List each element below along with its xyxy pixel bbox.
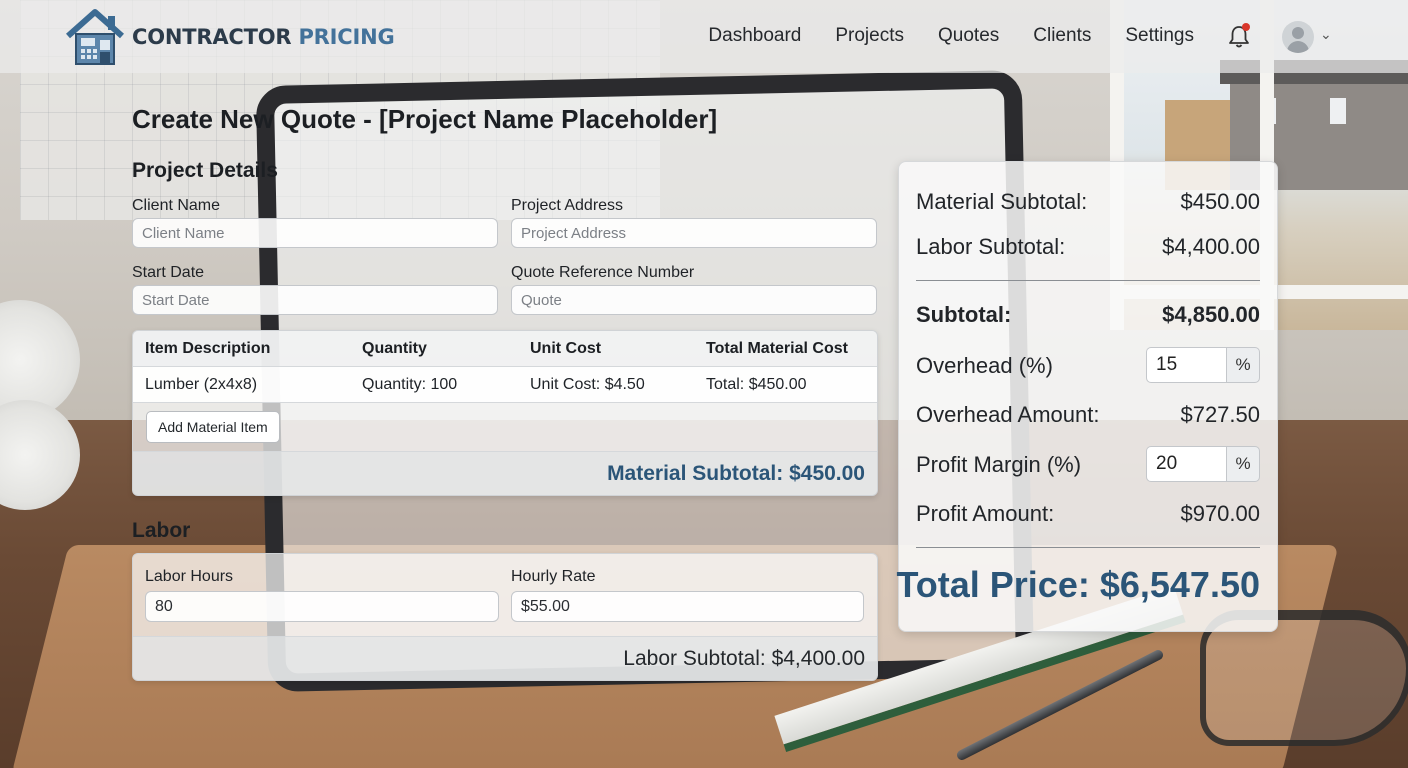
project-address-label: Project Address (511, 197, 624, 214)
cell-total-material-cost: Total: $450.00 (706, 376, 807, 393)
overhead-amount-value: $727.50 (1180, 402, 1260, 427)
labor-hours-label: Labor Hours (145, 568, 234, 585)
summary-labor-subtotal-label: Labor Subtotal: (916, 234, 1066, 259)
nav-clients[interactable]: Clients (1033, 25, 1091, 47)
summary-material-subtotal: Material Subtotal: $450.00 (916, 189, 1260, 219)
profit-margin-label: Profit Margin (%) (916, 452, 1082, 477)
logo-word-contractor: CONTRACTOR (132, 25, 292, 49)
material-subtotal-bar: Material Subtotal: $450.00 (133, 451, 877, 495)
house-calculator-icon (66, 9, 124, 65)
profit-amount-value: $970.00 (1180, 501, 1260, 526)
summary-material-subtotal-label: Material Subtotal: (916, 189, 1088, 214)
profit-amount-label: Profit Amount: (916, 501, 1055, 526)
summary-overhead-amount: Overhead Amount: $727.50 (916, 402, 1260, 432)
overhead-percent-input[interactable] (1146, 347, 1226, 383)
nav-projects[interactable]: Projects (835, 25, 904, 47)
start-date-input[interactable] (132, 285, 498, 315)
top-navbar: CONTRACTOR PRICING Dashboard Projects Qu… (0, 0, 1408, 73)
summary-labor-subtotal: Labor Subtotal: $4,400.00 (916, 234, 1260, 264)
profit-margin-input[interactable] (1146, 446, 1226, 482)
logo-word-pricing: PRICING (298, 25, 395, 49)
summary-divider (916, 280, 1260, 281)
profit-margin-suffix: % (1226, 446, 1260, 482)
table-row[interactable]: Lumber (2x4x8) Quantity: 100 Unit Cost: … (133, 367, 877, 403)
app-name: CONTRACTOR PRICING (132, 25, 395, 49)
summary-subtotal-value: $4,850.00 (1162, 302, 1260, 327)
labor-hours-input[interactable] (145, 591, 499, 622)
summary-subtotal-label: Subtotal: (916, 302, 1012, 327)
overhead-percent-suffix: % (1226, 347, 1260, 383)
nav-settings[interactable]: Settings (1125, 25, 1194, 47)
chevron-down-icon[interactable]: ⌄ (1320, 26, 1332, 43)
total-price: Total Price: $6,547.50 (896, 564, 1260, 605)
user-avatar-icon[interactable] (1282, 21, 1314, 53)
column-header-unit-cost: Unit Cost (530, 340, 602, 357)
material-subtotal-text: Material Subtotal: $450.00 (607, 462, 865, 485)
hourly-rate-input[interactable] (511, 591, 864, 622)
project-address-input[interactable] (511, 218, 877, 248)
labor-card: Labor Hours Hourly Rate Labor Subtotal: … (132, 553, 878, 681)
column-header-total-material-cost: Total Material Cost (706, 340, 848, 357)
client-name-input[interactable] (132, 218, 498, 248)
app-logo[interactable]: CONTRACTOR PRICING (64, 8, 395, 66)
quote-summary-panel: Material Subtotal: $450.00 Labor Subtota… (896, 161, 1278, 632)
quote-reference-input[interactable] (511, 285, 877, 315)
main-nav: Dashboard Projects Quotes Clients Settin… (708, 25, 1194, 47)
add-material-item-button[interactable]: Add Material Item (146, 411, 280, 443)
quote-reference-label: Quote Reference Number (511, 264, 695, 281)
labor-heading: Labor (132, 519, 191, 542)
materials-table-header: Item Description Quantity Unit Cost Tota… (133, 331, 877, 367)
project-details-heading: Project Details (132, 159, 278, 182)
client-name-label: Client Name (132, 197, 221, 214)
nav-quotes[interactable]: Quotes (938, 25, 999, 47)
avatar-head (1292, 27, 1304, 39)
overhead-percent-group: % (1146, 347, 1260, 383)
summary-material-subtotal-value: $450.00 (1180, 189, 1260, 214)
avatar-body (1287, 41, 1309, 53)
column-header-quantity: Quantity (362, 340, 427, 357)
cell-item-description: Lumber (2x4x8) (145, 376, 258, 393)
materials-card: Item Description Quantity Unit Cost Tota… (132, 330, 878, 496)
summary-divider (916, 547, 1260, 548)
nav-dashboard[interactable]: Dashboard (708, 25, 801, 47)
labor-subtotal-bar: Labor Subtotal: $4,400.00 (133, 636, 877, 680)
page-title: Create New Quote - [Project Name Placeho… (132, 104, 718, 134)
start-date-label: Start Date (132, 264, 205, 281)
house-window (1330, 98, 1346, 124)
overhead-amount-label: Overhead Amount: (916, 402, 1100, 427)
notification-badge (1242, 23, 1250, 31)
cell-unit-cost: Unit Cost: $4.50 (530, 376, 645, 393)
summary-subtotal: Subtotal: $4,850.00 (916, 302, 1260, 332)
summary-labor-subtotal-value: $4,400.00 (1162, 234, 1260, 259)
cell-quantity: Quantity: 100 (362, 376, 458, 393)
column-header-item-description: Item Description (145, 340, 271, 357)
summary-profit-amount: Profit Amount: $970.00 (916, 501, 1260, 531)
hourly-rate-label: Hourly Rate (511, 568, 596, 585)
bell-icon[interactable] (1226, 23, 1252, 50)
overhead-percent-label: Overhead (%) (916, 353, 1053, 378)
profit-margin-group: % (1146, 446, 1260, 482)
labor-subtotal-text: Labor Subtotal: $4,400.00 (623, 647, 865, 670)
